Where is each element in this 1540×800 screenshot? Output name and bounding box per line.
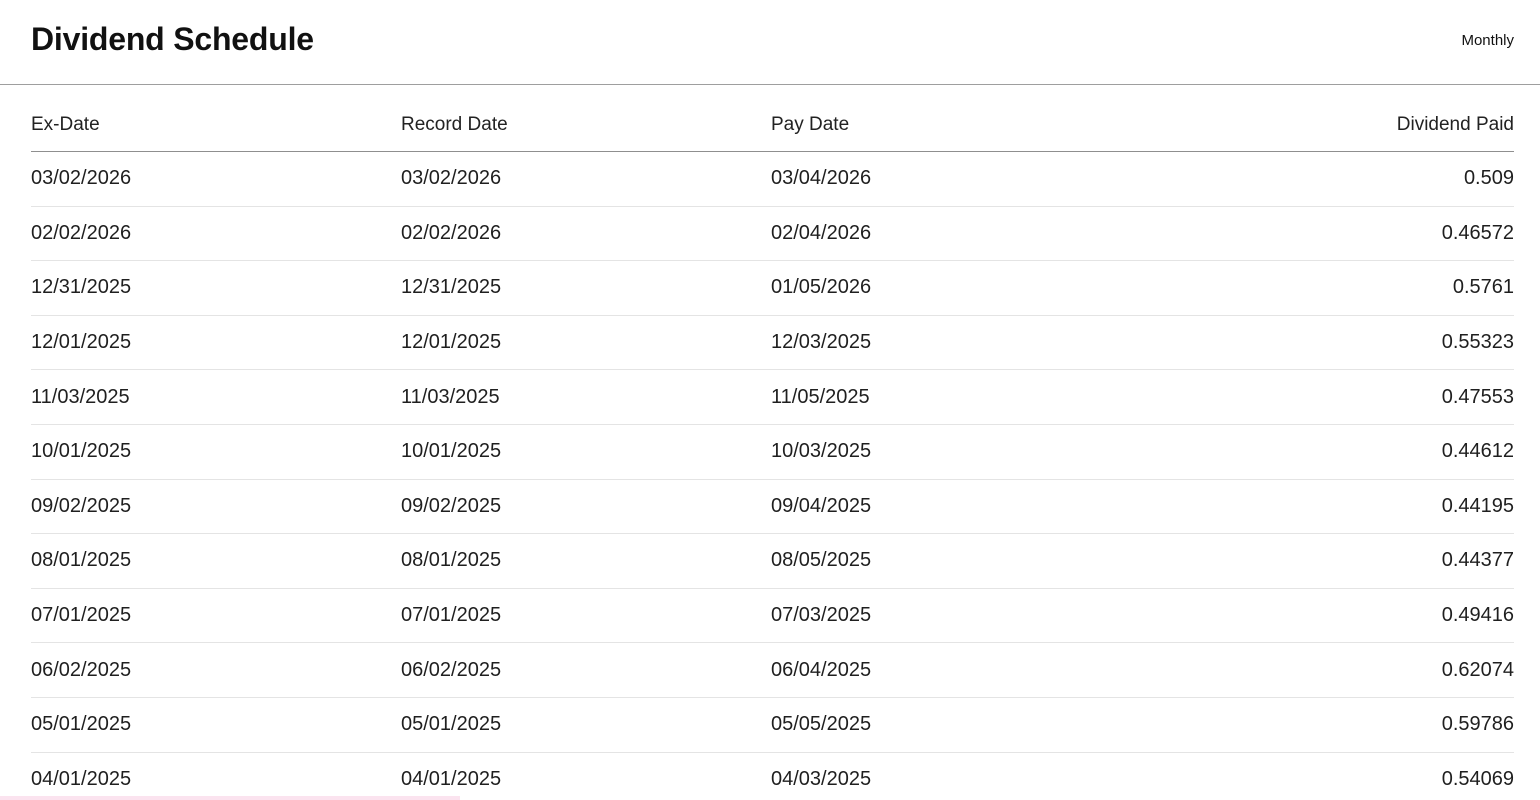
cell-ex-date: 04/01/2025 xyxy=(31,767,132,790)
cell-dividend-paid: 0.62074 xyxy=(1441,658,1514,681)
cell-record-date: 05/01/2025 xyxy=(401,713,502,736)
table-row: 10/01/2025 10/01/2025 10/03/2025 0.44612 xyxy=(31,425,1514,480)
table-row: 07/01/2025 07/01/2025 07/03/2025 0.49416 xyxy=(31,589,1514,644)
cell-record-date: 12/31/2025 xyxy=(401,276,502,299)
cell-pay-date: 12/03/2025 xyxy=(771,331,872,354)
cell-record-date: 11/03/2025 xyxy=(401,385,500,408)
dividend-schedule-page: Dividend Schedule Monthly Ex-Date Record… xyxy=(0,0,1540,800)
dividend-frequency-label: Monthly xyxy=(1461,32,1514,49)
cell-record-date: 02/02/2026 xyxy=(401,221,502,244)
cell-ex-date: 03/02/2026 xyxy=(31,167,132,190)
cell-pay-date: 05/05/2025 xyxy=(771,713,872,736)
cell-dividend-paid: 0.5761 xyxy=(1452,276,1514,299)
table-body: 03/02/2026 03/02/2026 03/04/2026 0.509 02/02… xyxy=(31,152,1514,800)
cell-dividend-paid: 0.55323 xyxy=(1441,331,1514,354)
page-title: Dividend Schedule xyxy=(31,21,314,57)
cell-ex-date: 05/01/2025 xyxy=(31,713,132,736)
cell-dividend-paid: 0.54069 xyxy=(1441,767,1514,790)
cell-record-date: 03/02/2026 xyxy=(401,167,502,190)
table-row: 04/01/2025 04/01/2025 04/03/2025 0.54069 xyxy=(31,753,1514,800)
table-row: 09/02/2025 09/02/2025 09/04/2025 0.44195 xyxy=(31,480,1514,535)
cell-pay-date: 04/03/2025 xyxy=(771,767,872,790)
cell-ex-date: 10/01/2025 xyxy=(31,440,132,463)
bottom-banner-edge xyxy=(0,796,460,800)
cell-ex-date: 12/01/2025 xyxy=(31,331,132,354)
cell-ex-date: 12/31/2025 xyxy=(31,276,132,299)
cell-ex-date: 09/02/2025 xyxy=(31,494,132,517)
cell-record-date: 10/01/2025 xyxy=(401,440,502,463)
cell-pay-date: 10/03/2025 xyxy=(771,440,872,463)
cell-dividend-paid: 0.44612 xyxy=(1441,440,1514,463)
column-header-ex-date: Ex-Date xyxy=(31,113,100,135)
section-header: Dividend Schedule Monthly xyxy=(0,0,1540,85)
cell-record-date: 08/01/2025 xyxy=(401,549,502,572)
table-row: 06/02/2025 06/02/2025 06/04/2025 0.62074 xyxy=(31,643,1514,698)
cell-ex-date: 07/01/2025 xyxy=(31,604,132,627)
table-header-row: Ex-Date Record Date Pay Date Dividend Pa… xyxy=(31,98,1514,152)
table-row: 03/02/2026 03/02/2026 03/04/2026 0.509 xyxy=(31,152,1514,207)
cell-record-date: 04/01/2025 xyxy=(401,767,502,790)
cell-dividend-paid: 0.46572 xyxy=(1441,221,1514,244)
cell-pay-date: 11/05/2025 xyxy=(771,385,870,408)
table-row: 02/02/2026 02/02/2026 02/04/2026 0.46572 xyxy=(31,207,1514,262)
dividend-table: Ex-Date Record Date Pay Date Dividend Pa… xyxy=(31,98,1514,800)
cell-record-date: 07/01/2025 xyxy=(401,604,502,627)
cell-dividend-paid: 0.49416 xyxy=(1441,604,1514,627)
cell-pay-date: 03/04/2026 xyxy=(771,167,872,190)
cell-dividend-paid: 0.59786 xyxy=(1441,713,1514,736)
cell-dividend-paid: 0.44195 xyxy=(1441,494,1514,517)
cell-pay-date: 09/04/2025 xyxy=(771,494,872,517)
cell-ex-date: 08/01/2025 xyxy=(31,549,132,572)
cell-pay-date: 07/03/2025 xyxy=(771,604,872,627)
cell-pay-date: 06/04/2025 xyxy=(771,658,872,681)
table-row: 08/01/2025 08/01/2025 08/05/2025 0.44377 xyxy=(31,534,1514,589)
cell-record-date: 06/02/2025 xyxy=(401,658,502,681)
cell-record-date: 09/02/2025 xyxy=(401,494,502,517)
table-row: 11/03/2025 11/03/2025 11/05/2025 0.47553 xyxy=(31,370,1514,425)
cell-record-date: 12/01/2025 xyxy=(401,331,502,354)
cell-dividend-paid: 0.47553 xyxy=(1441,385,1514,408)
cell-ex-date: 11/03/2025 xyxy=(31,385,130,408)
cell-dividend-paid: 0.44377 xyxy=(1441,549,1514,572)
cell-pay-date: 08/05/2025 xyxy=(771,549,872,572)
column-header-pay-date: Pay Date xyxy=(771,113,850,135)
table-row: 05/01/2025 05/01/2025 05/05/2025 0.59786 xyxy=(31,698,1514,753)
cell-pay-date: 02/04/2026 xyxy=(771,221,872,244)
table-row: 12/31/2025 12/31/2025 01/05/2026 0.5761 xyxy=(31,261,1514,316)
column-header-dividend-paid: Dividend Paid xyxy=(1396,113,1514,135)
cell-ex-date: 06/02/2025 xyxy=(31,658,132,681)
cell-pay-date: 01/05/2026 xyxy=(771,276,872,299)
table-row: 12/01/2025 12/01/2025 12/03/2025 0.55323 xyxy=(31,316,1514,371)
cell-ex-date: 02/02/2026 xyxy=(31,221,132,244)
column-header-record-date: Record Date xyxy=(401,113,508,135)
cell-dividend-paid: 0.509 xyxy=(1463,167,1514,190)
